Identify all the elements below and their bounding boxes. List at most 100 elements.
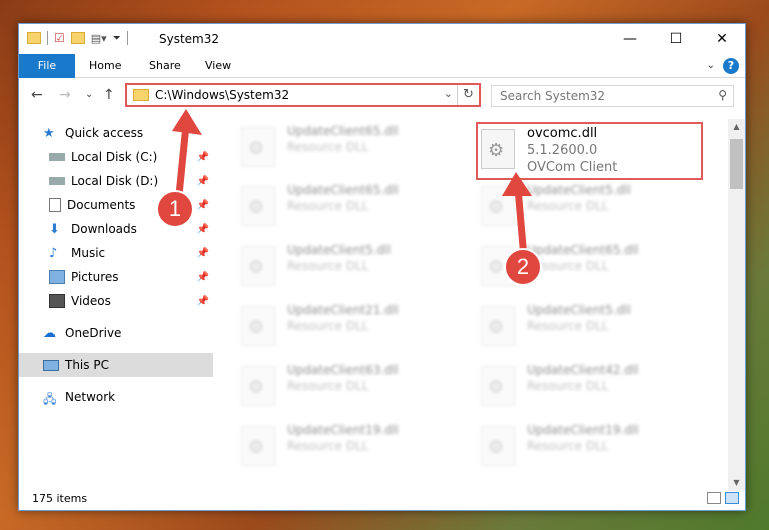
network-icon: 🖧	[43, 392, 57, 406]
sidebar-item-label: This PC	[65, 358, 109, 372]
star-icon: ★	[43, 126, 55, 141]
expand-ribbon-icon[interactable]: ⌄	[707, 60, 715, 71]
dll-file-icon	[241, 127, 275, 167]
file-type: Resource DLL	[287, 379, 369, 393]
large-icons-view-icon[interactable]	[725, 492, 739, 504]
tab-share[interactable]: Share	[135, 54, 195, 78]
divider	[47, 31, 48, 45]
file-name: UpdateClient42.dll	[527, 363, 639, 377]
list-item[interactable]: UpdateClient19.dll Resource DLL	[481, 422, 701, 478]
close-button[interactable]: ✕	[699, 24, 745, 54]
address-dropdown-icon[interactable]: ⌄	[444, 87, 453, 100]
sidebar-item-label: Quick access	[65, 126, 144, 140]
file-type: Resource DLL	[527, 439, 609, 453]
dll-file-icon	[481, 366, 515, 406]
dll-file-icon	[481, 306, 515, 346]
minimize-button[interactable]: —	[607, 24, 653, 54]
navigation-bar: ← → ⌄ ↑ C:\Windows\System32 ⌄ ↻ Search S…	[19, 79, 745, 111]
address-bar[interactable]: C:\Windows\System32 ⌄ ↻	[125, 83, 481, 107]
step-badge-2: 2	[504, 248, 542, 286]
folder-icon	[133, 89, 149, 101]
customize-icon[interactable]: ▤▾	[91, 32, 107, 45]
drive-icon	[49, 177, 65, 185]
file-type: Resource DLL	[527, 319, 609, 333]
view-switcher	[707, 492, 739, 504]
divider	[126, 31, 128, 45]
details-view-icon[interactable]	[707, 492, 721, 504]
videos-icon	[49, 294, 65, 308]
file-name: UpdateClient19.dll	[287, 423, 399, 437]
vertical-scrollbar[interactable]: ▲ ▼	[728, 119, 745, 491]
forward-icon[interactable]: →	[59, 87, 71, 103]
sidebar-item-onedrive[interactable]: ☁ OneDrive	[19, 321, 213, 345]
sidebar-item-network[interactable]: 🖧 Network	[19, 385, 213, 409]
pictures-icon	[49, 270, 65, 284]
list-item[interactable]: UpdateClient65.dll Resource DLL	[241, 182, 461, 238]
list-item[interactable]: UpdateClient63.dll Resource DLL	[241, 362, 461, 418]
pin-icon[interactable]: 📌	[197, 272, 209, 283]
sidebar-item-label: OneDrive	[65, 326, 122, 340]
help-icon[interactable]: ?	[723, 58, 739, 74]
file-type: Resource DLL	[527, 379, 609, 393]
title-bar: ☑ ▤▾ ⏷ System32 — ☐ ✕	[19, 24, 745, 54]
dll-file-icon	[481, 426, 515, 466]
sidebar-item-label: Pictures	[71, 270, 119, 284]
explorer-window: ☑ ▤▾ ⏷ System32 — ☐ ✕ File Home Share Vi…	[18, 23, 746, 511]
file-name: UpdateClient65.dll	[287, 183, 399, 197]
file-type: Resource DLL	[287, 140, 369, 154]
refresh-icon[interactable]: ↻	[457, 85, 479, 105]
scroll-thumb[interactable]	[730, 139, 743, 189]
file-list: UpdateClient65.dll Resource DLL UpdateCli…	[231, 119, 731, 489]
sidebar-item-label: Local Disk (D:)	[71, 174, 159, 188]
search-placeholder: Search System32	[500, 89, 606, 103]
sidebar-item-music[interactable]: ♪ Music 📌	[19, 241, 213, 265]
window-title: System32	[159, 32, 220, 46]
up-icon[interactable]: ↑	[103, 87, 115, 103]
ribbon-tabs: File Home Share View ⌄ ?	[19, 54, 745, 78]
list-item[interactable]: UpdateClient21.dll Resource DLL	[241, 302, 461, 358]
properties-icon[interactable]: ☑	[54, 31, 65, 45]
file-name: UpdateClient19.dll	[527, 423, 639, 437]
computer-icon	[43, 359, 59, 371]
list-item[interactable]: UpdateClient65.dll Resource DLL	[241, 123, 461, 179]
new-folder-icon[interactable]	[70, 32, 85, 44]
download-icon: ⬇	[49, 222, 60, 237]
list-item[interactable]: UpdateClient5.dll Resource DLL	[481, 302, 701, 358]
list-item[interactable]: UpdateClient19.dll Resource DLL	[241, 422, 461, 478]
file-name: UpdateClient21.dll	[287, 303, 399, 317]
dll-file-icon	[241, 426, 275, 466]
quick-access-toolbar: ☑ ▤▾ ⏷	[27, 31, 128, 45]
qat-dropdown-icon[interactable]: ⏷	[113, 33, 121, 44]
list-item[interactable]: UpdateClient5.dll Resource DLL	[241, 242, 461, 298]
item-count: 175 items	[32, 492, 88, 505]
file-name: UpdateClient5.dll	[287, 243, 391, 257]
sidebar-item-label: Network	[65, 390, 116, 404]
tab-view[interactable]: View	[191, 54, 245, 78]
window-controls: — ☐ ✕	[607, 24, 745, 54]
search-icon[interactable]: ⚲	[718, 88, 727, 102]
file-type: Resource DLL	[287, 439, 369, 453]
tab-file[interactable]: File	[19, 54, 75, 78]
sidebar-item-pictures[interactable]: Pictures 📌	[19, 265, 213, 289]
pin-icon[interactable]: 📌	[197, 248, 209, 259]
sidebar-item-label: Videos	[71, 294, 111, 308]
file-type: Resource DLL	[287, 259, 369, 273]
pin-icon[interactable]: 📌	[197, 224, 209, 235]
dll-file-icon	[241, 186, 275, 226]
sidebar-item-label: Downloads	[71, 222, 137, 236]
pin-icon[interactable]: 📌	[197, 296, 209, 307]
sidebar-item-this-pc[interactable]: This PC	[19, 353, 213, 377]
folder-icon[interactable]	[27, 32, 41, 44]
maximize-button[interactable]: ☐	[653, 24, 699, 54]
tab-home[interactable]: Home	[75, 54, 135, 78]
search-input[interactable]: Search System32 ⚲	[491, 85, 734, 107]
music-icon: ♪	[49, 246, 58, 261]
sidebar-item-videos[interactable]: Videos 📌	[19, 289, 213, 313]
recent-locations-icon[interactable]: ⌄	[85, 89, 93, 100]
back-icon[interactable]: ←	[31, 87, 43, 103]
sidebar-item-label: Documents	[67, 198, 136, 212]
scroll-up-icon[interactable]: ▲	[728, 119, 745, 135]
step-badge-1: 1	[156, 190, 194, 228]
list-item[interactable]: UpdateClient42.dll Resource DLL	[481, 362, 701, 418]
dll-file-icon	[241, 366, 275, 406]
